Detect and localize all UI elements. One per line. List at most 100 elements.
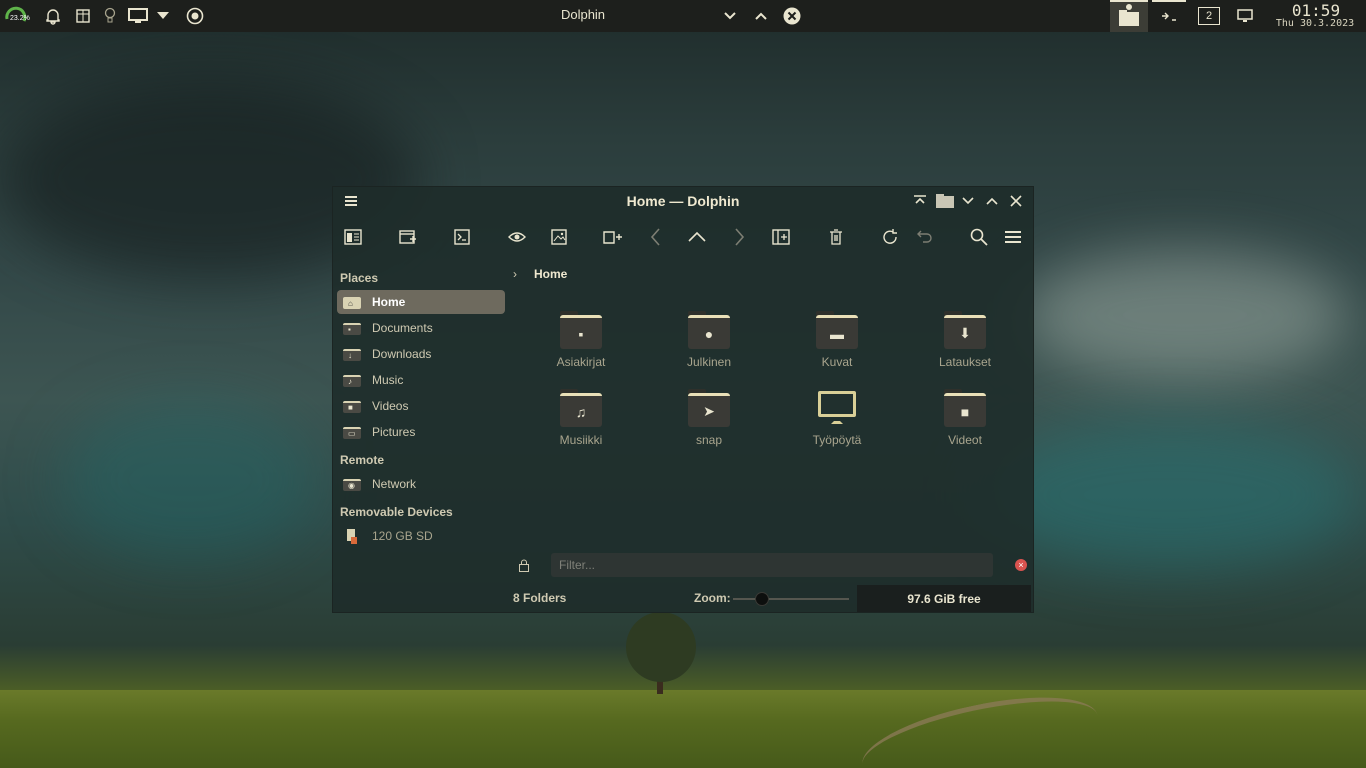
taskbar-item-terminal[interactable] [1152, 0, 1186, 32]
folder-item-tyopoyta[interactable]: Työpöytä [787, 389, 887, 459]
sidebar-item-network[interactable]: ◉ Network [337, 472, 505, 496]
folder-item-musiikki[interactable]: ♫ Musiikki [531, 389, 631, 459]
new-tab-icon[interactable] [600, 224, 626, 250]
wallpaper-tree [626, 612, 696, 682]
folder-item-lataukset[interactable]: ⬇ Lataukset [915, 311, 1015, 381]
close-icon[interactable] [781, 0, 803, 32]
monitor-icon[interactable] [1234, 0, 1256, 32]
breadcrumb[interactable]: Home [534, 267, 567, 281]
sidebar-item-label: Videos [372, 399, 409, 413]
zoom-slider[interactable] [733, 598, 849, 600]
sidebar-item-label: Downloads [372, 347, 432, 361]
music-folder-icon: ♫ [560, 389, 602, 427]
sidebar-item-videos[interactable]: ■ Videos [337, 394, 505, 418]
folder-count: 8 Folders [513, 591, 567, 605]
places-heading: Places [340, 271, 379, 285]
folder-item-asiakirjat[interactable]: ▪ Asiakirjat [531, 311, 631, 381]
image-preview-icon[interactable] [546, 224, 572, 250]
sidebar-item-music[interactable]: ♪ Music [337, 368, 505, 392]
menu-icon[interactable] [1000, 224, 1026, 250]
zoom-slider-handle[interactable] [755, 592, 769, 606]
remote-heading: Remote [340, 453, 385, 467]
wallpaper-cloud [60, 400, 320, 560]
wallpaper-cloud [980, 420, 1360, 570]
sidebar-item-label: Pictures [372, 425, 416, 439]
virtual-desktop-indicator[interactable]: 2 [1198, 7, 1220, 25]
record-icon[interactable] [184, 0, 206, 32]
battery-icon[interactable]: 23.2% [4, 5, 30, 27]
battery-percent: 23.2% [10, 15, 30, 22]
lightbulb-icon[interactable] [100, 0, 120, 32]
minimize-icon[interactable] [720, 0, 740, 32]
up-icon[interactable] [684, 224, 710, 250]
places-panel: Places ⌂ Home ▪ Documents ↓ Downloads ♪ … [333, 265, 509, 605]
top-panel: 23.2% Dolphin 2 01:59 Thu 30.3.2023 [0, 0, 1366, 32]
sidebar-item-downloads[interactable]: ↓ Downloads [337, 342, 505, 366]
title-bar[interactable]: Home — Dolphin [333, 187, 1033, 215]
folder-item-julkinen[interactable]: ● Julkinen [659, 311, 759, 381]
keep-above-icon[interactable] [910, 191, 930, 211]
split-view-icon[interactable] [340, 224, 366, 250]
sidebar-item-sd-card[interactable]: 120 GB SD [337, 524, 505, 548]
wallpaper-cloud [1020, 250, 1350, 380]
sidebar-item-documents[interactable]: ▪ Documents [337, 316, 505, 340]
active-window-title[interactable]: Dolphin [540, 0, 626, 30]
breadcrumb-chevron-icon[interactable]: › [513, 267, 517, 281]
folder-label: Kuvat [821, 355, 853, 369]
back-icon[interactable] [643, 224, 669, 250]
clear-filter-icon[interactable]: × [1015, 559, 1027, 571]
clock-date[interactable]: Thu 30.3.2023 [1266, 18, 1364, 29]
display-icon[interactable] [126, 0, 150, 32]
dropdown-arrow-icon[interactable] [154, 0, 172, 32]
folder-label: snap [695, 433, 723, 447]
terminal-icon[interactable] [449, 224, 475, 250]
folder-label: Videot [948, 433, 982, 447]
forward-icon[interactable] [726, 224, 752, 250]
lock-icon[interactable] [518, 559, 530, 575]
hamburger-icon[interactable] [341, 191, 361, 211]
sidebar-item-label: Music [372, 373, 404, 387]
snap-folder-icon: ➤ [688, 389, 730, 427]
taskbar-item-dolphin[interactable] [1110, 0, 1148, 32]
video-icon: ■ [343, 399, 361, 413]
sidebar-item-label: Network [372, 477, 417, 491]
maximize-icon[interactable] [982, 191, 1002, 211]
picture-icon: ▭ [343, 425, 361, 439]
video-folder-icon: ■ [944, 389, 986, 427]
zoom-label: Zoom: [694, 591, 731, 605]
wallpaper-ground [0, 690, 1366, 768]
music-icon: ♪ [343, 373, 361, 387]
shade-icon[interactable] [933, 191, 957, 211]
folder-label: Julkinen [686, 355, 732, 369]
maximize-icon[interactable] [751, 0, 771, 32]
reload-icon[interactable] [877, 224, 903, 250]
folder-item-kuvat[interactable]: ▬ Kuvat [787, 311, 887, 381]
sidebar-item-pictures[interactable]: ▭ Pictures [337, 420, 505, 444]
folder-label: Lataukset [938, 355, 992, 369]
sd-card-icon [343, 529, 361, 544]
sidebar-item-label: 120 GB SD [372, 529, 433, 543]
free-space[interactable]: 97.6 GiB free [857, 585, 1031, 612]
user-folder-icon: ● [688, 311, 730, 349]
preview-eye-icon[interactable] [504, 224, 530, 250]
filter-input[interactable]: Filter... [551, 553, 993, 577]
minimize-icon[interactable] [958, 191, 978, 211]
package-icon[interactable] [72, 0, 94, 32]
new-folder-icon[interactable] [768, 224, 794, 250]
folder-item-videot[interactable]: ■ Videot [915, 389, 1015, 459]
window-title: Home — Dolphin [626, 193, 740, 209]
close-icon[interactable] [1006, 191, 1026, 211]
network-icon: ◉ [343, 477, 361, 491]
undo-icon[interactable] [912, 224, 938, 250]
new-window-icon[interactable] [395, 224, 421, 250]
sidebar-item-home[interactable]: ⌂ Home [337, 290, 505, 314]
sidebar-item-label: Documents [372, 321, 433, 335]
download-folder-icon: ⬇ [944, 311, 986, 349]
folder-label: Musiikki [559, 433, 603, 447]
delete-icon[interactable] [823, 224, 849, 250]
notification-icon[interactable] [42, 0, 64, 32]
search-icon[interactable] [966, 224, 992, 250]
folder-item-snap[interactable]: ➤ snap [659, 389, 759, 459]
desktop-icon-stand [831, 418, 843, 424]
folder-label: Asiakirjat [556, 355, 606, 369]
